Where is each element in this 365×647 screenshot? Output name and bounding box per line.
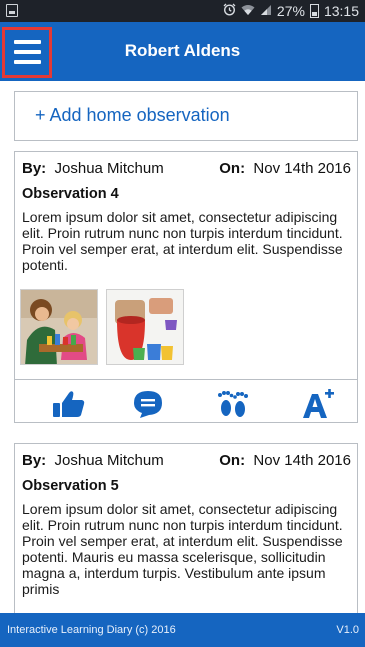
- observation-actions: [15, 379, 357, 423]
- observation-card: By: Joshua Mitchum On: Nov 14th 2016 Obs…: [14, 151, 358, 423]
- battery-icon: [309, 4, 319, 18]
- app-version: V1.0: [336, 624, 359, 636]
- observation-date: Nov 14th 2016: [253, 160, 351, 177]
- battery-percent: 27%: [276, 3, 305, 19]
- status-icons: 27% 13:15: [223, 2, 359, 20]
- a-plus-icon[interactable]: [301, 389, 335, 419]
- observation-meta: By: Joshua Mitchum On: Nov 14th 2016: [15, 444, 357, 470]
- observation-card: By: Joshua Mitchum On: Nov 14th 2016 Obs…: [14, 443, 358, 613]
- stacking-cups-photo[interactable]: [106, 289, 184, 365]
- observation-feed[interactable]: + Add home observation By: Joshua Mitchu…: [0, 81, 365, 613]
- wifi-icon: [241, 3, 255, 19]
- observation-meta: By: Joshua Mitchum On: Nov 14th 2016: [15, 152, 357, 178]
- observation-photos: [20, 289, 184, 365]
- thumbs-up-icon[interactable]: [52, 389, 86, 419]
- page-title: Robert Aldens: [124, 41, 241, 60]
- observation-text: Lorem ipsum dolor sit amet, consectetur …: [22, 501, 343, 597]
- observation-date: Nov 14th 2016: [253, 452, 351, 469]
- add-home-observation-label: + Add home observation: [35, 105, 230, 125]
- author-name: Joshua Mitchum: [54, 160, 164, 177]
- child-with-adult-photo[interactable]: [20, 289, 98, 365]
- by-label: By:: [22, 452, 47, 469]
- author-name: Joshua Mitchum: [54, 452, 164, 469]
- screenshot-icon: [6, 4, 18, 17]
- footer-copyright: Interactive Learning Diary (c) 2016: [7, 624, 176, 636]
- observation-title: Observation 4: [22, 186, 119, 202]
- observation-title: Observation 5: [22, 478, 119, 494]
- on-label: On:: [219, 160, 246, 177]
- footer-bar: Interactive Learning Diary (c) 2016 V1.0: [0, 613, 365, 647]
- by-label: By:: [22, 160, 47, 177]
- observation-text: Lorem ipsum dolor sit amet, consectetur …: [22, 209, 343, 273]
- clock-time: 13:15: [323, 3, 359, 19]
- signal-icon: [260, 3, 272, 19]
- app-bar: Robert Aldens: [0, 22, 365, 81]
- footprints-icon[interactable]: [216, 389, 250, 419]
- status-bar: 27% 13:15: [0, 0, 365, 22]
- add-home-observation-button[interactable]: + Add home observation: [14, 91, 358, 141]
- on-label: On:: [219, 452, 246, 469]
- comment-icon[interactable]: [131, 389, 165, 419]
- alarm-icon: [223, 3, 236, 19]
